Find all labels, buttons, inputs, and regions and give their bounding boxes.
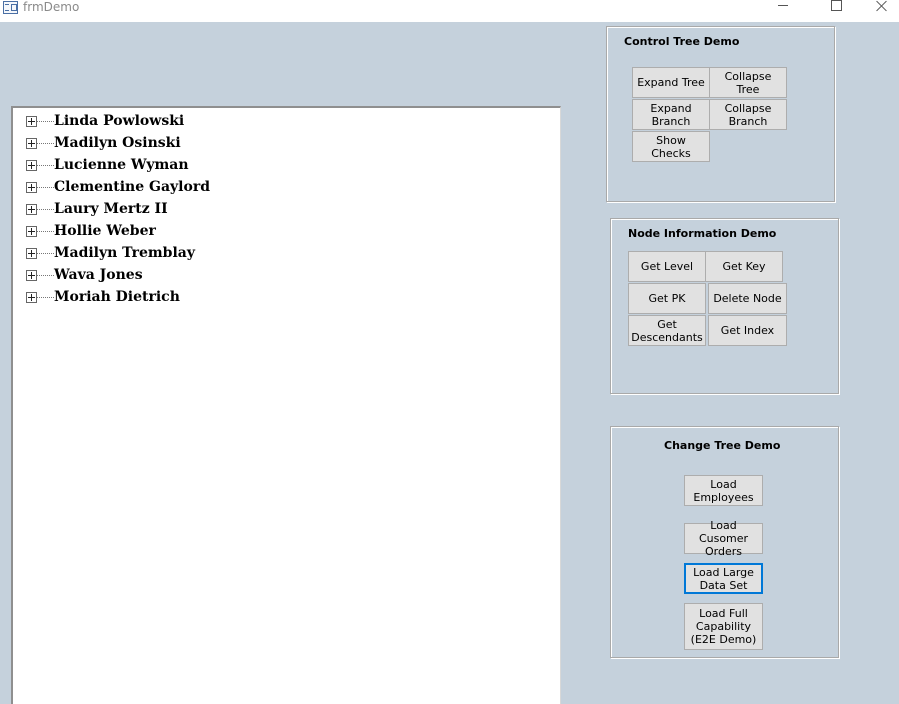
tree-node[interactable]: Lucienne Wyman: [25, 156, 525, 178]
tree-node-label[interactable]: Clementine Gaylord: [54, 178, 210, 196]
load-large-data-set-button[interactable]: Load Large Data Set: [684, 563, 763, 594]
tree-node[interactable]: Madilyn Osinski: [25, 134, 525, 156]
expand-plus-icon[interactable]: [26, 160, 37, 171]
tree-connector: [37, 253, 54, 254]
tree-node-label[interactable]: Moriah Dietrich: [54, 288, 180, 306]
tree-node-label[interactable]: Madilyn Tremblay: [54, 244, 195, 262]
minimize-icon[interactable]: [760, 0, 804, 14]
expand-plus-icon[interactable]: [26, 292, 37, 303]
tree-connector: [37, 165, 54, 166]
tree-connector: [37, 209, 54, 210]
maximize-icon[interactable]: [814, 0, 858, 14]
delete-node-button[interactable]: Delete Node: [708, 283, 787, 314]
tree-node[interactable]: Hollie Weber: [25, 222, 525, 244]
tree-node[interactable]: Wava Jones: [25, 266, 525, 288]
expand-plus-icon[interactable]: [26, 204, 37, 215]
tree-node-label[interactable]: Hollie Weber: [54, 222, 156, 240]
collapse-branch-button[interactable]: Collapse Branch: [709, 99, 787, 130]
expand-plus-icon[interactable]: [26, 248, 37, 259]
tree-connector: [37, 231, 54, 232]
tree-node-label[interactable]: Linda Powlowski: [54, 112, 184, 130]
tree-node-label[interactable]: Wava Jones: [54, 266, 143, 284]
expand-plus-icon[interactable]: [26, 270, 37, 281]
tree-node[interactable]: Madilyn Tremblay: [25, 244, 525, 266]
tree-node-label[interactable]: Madilyn Osinski: [54, 134, 181, 152]
tree-node-label[interactable]: Lucienne Wyman: [54, 156, 189, 174]
expand-plus-icon[interactable]: [26, 182, 37, 193]
tree-connector: [37, 121, 54, 122]
tree-connector: [37, 275, 54, 276]
tree-node[interactable]: Linda Powlowski: [25, 112, 525, 134]
tree-node[interactable]: Laury Mertz II: [25, 200, 525, 222]
expand-tree-button[interactable]: Expand Tree: [632, 67, 710, 98]
close-icon[interactable]: [858, 0, 899, 14]
tree-node[interactable]: Clementine Gaylord: [25, 178, 525, 200]
get-pk-button[interactable]: Get PK: [628, 283, 706, 314]
tree-connector: [37, 297, 54, 298]
load-customer-orders-button[interactable]: Load Cusomer Orders: [684, 519, 763, 558]
change-tree-title: Change Tree Demo: [664, 439, 781, 452]
get-level-button[interactable]: Get Level: [628, 251, 706, 282]
get-descendants-button[interactable]: Get Descendants: [628, 315, 706, 346]
control-tree-title: Control Tree Demo: [624, 35, 740, 48]
node-information-title: Node Information Demo: [628, 227, 777, 240]
get-index-button[interactable]: Get Index: [708, 315, 787, 346]
form-icon: [3, 1, 18, 14]
load-employees-button[interactable]: Load Employees: [684, 475, 763, 506]
load-full-capability-button[interactable]: Load Full Capability (E2E Demo): [684, 603, 763, 650]
get-key-button[interactable]: Get Key: [705, 251, 783, 282]
window-title: frmDemo: [23, 0, 80, 14]
collapse-tree-button[interactable]: Collapse Tree: [709, 67, 787, 98]
expand-plus-icon[interactable]: [26, 138, 37, 149]
tree-node-label[interactable]: Laury Mertz II: [54, 200, 168, 218]
show-checks-button[interactable]: Show Checks: [632, 131, 710, 162]
tree-node[interactable]: Moriah Dietrich: [25, 288, 525, 310]
tree-view[interactable]: Linda Powlowski Madilyn Osinski Lucienne…: [11, 106, 561, 704]
expand-plus-icon[interactable]: [26, 226, 37, 237]
title-bar: frmDemo: [0, 0, 899, 22]
tree-connector: [37, 187, 54, 188]
expand-plus-icon[interactable]: [26, 116, 37, 127]
expand-branch-button[interactable]: Expand Branch: [632, 99, 710, 130]
tree-connector: [37, 143, 54, 144]
